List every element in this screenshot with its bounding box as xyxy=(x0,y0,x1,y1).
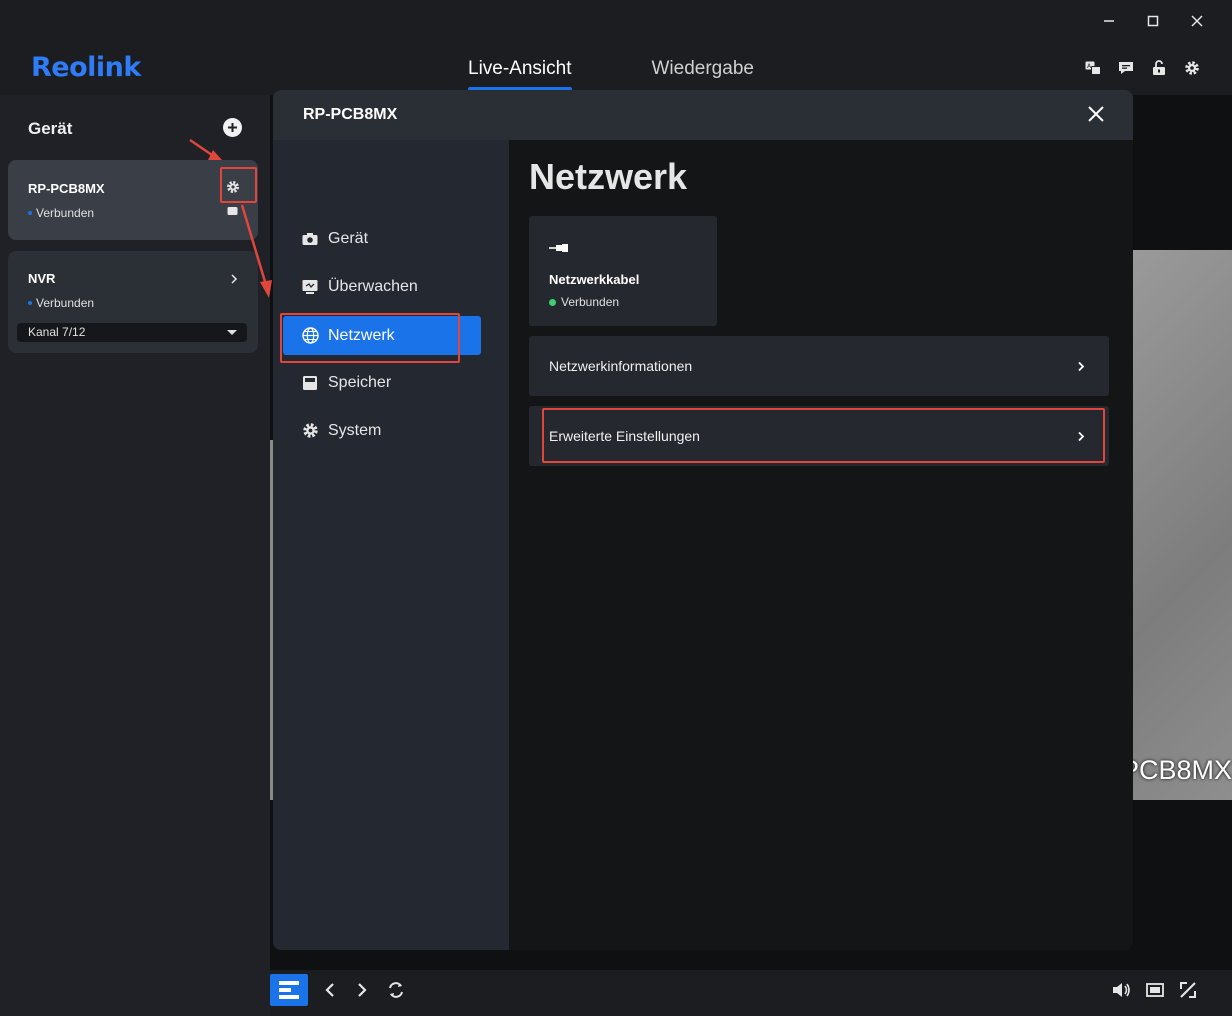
nav-label: Netzwerk xyxy=(328,326,395,344)
fullscreen-icon[interactable] xyxy=(1170,974,1206,1006)
row-netzwerkinformationen[interactable]: Netzwerkinformationen xyxy=(529,336,1109,396)
row-label: Netzwerkinformationen xyxy=(549,358,693,374)
device-card-nvr[interactable]: NVR Verbunden Kanal 7/12 xyxy=(8,251,258,353)
device-name: NVR xyxy=(28,271,56,286)
camera-video-frame[interactable] xyxy=(1130,250,1232,800)
network-cable-card[interactable]: Netzwerkkabel Verbunden xyxy=(529,216,717,326)
chevron-down-icon xyxy=(227,330,237,335)
device-status: Verbunden xyxy=(28,206,94,220)
settings-nav: Gerät Überwachen Netzwerk Speicher Syste… xyxy=(273,140,509,950)
device-status-text: Verbunden xyxy=(36,206,95,220)
chevron-right-icon xyxy=(1077,359,1087,372)
window-controls xyxy=(1098,10,1208,32)
storage-icon xyxy=(301,374,319,392)
unlock-icon[interactable] xyxy=(1151,60,1167,76)
modal-title: RP-PCB8MX xyxy=(303,106,398,123)
sidebar-title: Gerät xyxy=(28,119,73,138)
camera-icon xyxy=(301,230,319,248)
status-dot xyxy=(549,298,556,306)
row-label: Erweiterte Einstellungen xyxy=(549,428,700,444)
nav-item-ueberwachen[interactable]: Überwachen xyxy=(283,267,481,306)
sync-icon[interactable] xyxy=(378,974,414,1006)
tab-live-ansicht[interactable]: Live-Ansicht xyxy=(468,58,572,91)
close-icon[interactable] xyxy=(1087,105,1107,125)
camera-label: RP-PCB8MX xyxy=(1125,755,1232,785)
cable-status: Verbunden xyxy=(549,295,619,309)
device-name: RP-PCB8MX xyxy=(28,181,105,196)
globe-icon xyxy=(301,327,319,345)
device-settings-modal: RP-PCB8MX Gerät Überwachen Netzwerk Spei… xyxy=(273,90,1133,950)
chevron-right-icon[interactable] xyxy=(230,271,240,284)
maximize-icon[interactable] xyxy=(1142,10,1164,32)
status-dot xyxy=(28,301,32,305)
device-status: Verbunden xyxy=(28,296,94,310)
reolink-logo: Reolink xyxy=(31,52,141,83)
prev-icon[interactable] xyxy=(312,974,348,1006)
feedback-icon[interactable] xyxy=(1118,60,1134,76)
nav-label: System xyxy=(328,421,382,439)
minimize-icon[interactable] xyxy=(1098,10,1120,32)
device-settings-icon[interactable] xyxy=(226,180,242,196)
gear-icon[interactable] xyxy=(1184,60,1200,76)
close-icon[interactable] xyxy=(1186,10,1208,32)
nav-label: Überwachen xyxy=(328,277,418,295)
cable-name: Netzwerkkabel xyxy=(549,272,640,287)
channel-select-value: Kanal 7/12 xyxy=(28,325,86,339)
content-title: Netzwerk xyxy=(529,156,688,197)
row-erweiterte-einstellungen[interactable]: Erweiterte Einstellungen xyxy=(529,406,1109,466)
ethernet-plug-icon xyxy=(549,240,569,258)
gear-icon xyxy=(301,422,319,440)
nav-item-speicher[interactable]: Speicher xyxy=(283,363,481,402)
modal-header: RP-PCB8MX xyxy=(273,90,1133,140)
nav-label: Speicher xyxy=(328,373,392,391)
layout-icon[interactable] xyxy=(270,974,308,1006)
nav-item-geraet[interactable]: Gerät xyxy=(283,219,481,258)
cable-status-text: Verbunden xyxy=(561,295,620,309)
nav-label: Gerät xyxy=(328,229,369,247)
translate-icon[interactable]: A xyxy=(1085,60,1101,76)
nav-item-netzwerk[interactable]: Netzwerk xyxy=(283,316,481,355)
main-tabs: Live-Ansicht Wiedergabe xyxy=(468,58,754,91)
volume-icon[interactable] xyxy=(1104,974,1140,1006)
chat-icon[interactable] xyxy=(227,205,239,217)
device-sidebar: Gerät RP-PCB8MX Verbunden NVR Verbunden … xyxy=(0,95,270,1016)
device-status-text: Verbunden xyxy=(36,296,95,310)
status-dot xyxy=(28,211,32,215)
tab-wiedergabe[interactable]: Wiedergabe xyxy=(652,58,754,89)
chevron-right-icon xyxy=(1077,429,1087,442)
device-card-rp-pcb8mx[interactable]: RP-PCB8MX Verbunden xyxy=(8,160,258,240)
monitor-icon xyxy=(301,278,319,296)
nav-item-system[interactable]: System xyxy=(283,411,481,450)
channel-select[interactable]: Kanal 7/12 xyxy=(17,323,247,342)
add-device-button[interactable] xyxy=(223,118,242,137)
next-icon[interactable] xyxy=(344,974,380,1006)
bottom-toolbar xyxy=(270,970,1232,1016)
header-toolbar: A xyxy=(1085,60,1200,76)
aspect-ratio-icon[interactable] xyxy=(1137,974,1173,1006)
